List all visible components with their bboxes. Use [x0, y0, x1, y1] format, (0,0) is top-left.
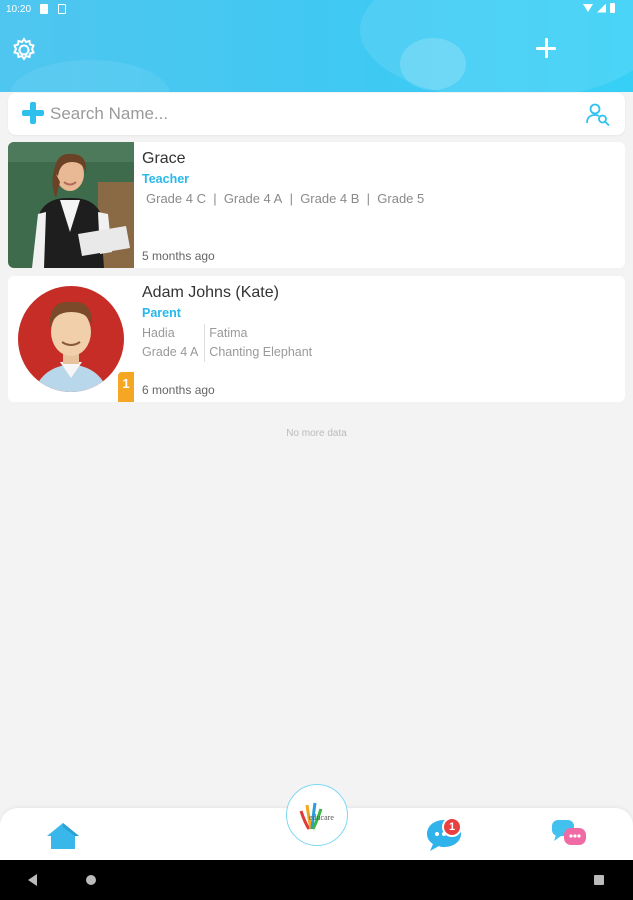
contact-role: Parent: [142, 306, 181, 320]
teacher-photo: [8, 142, 134, 268]
grade-item: Grade 4 A: [223, 191, 283, 206]
grade-separator: |: [205, 191, 224, 206]
battery-icon: [610, 3, 615, 13]
chat-notification-badge: 1: [442, 817, 462, 837]
grade-separator: |: [359, 191, 378, 206]
signal-icon: [597, 3, 606, 13]
storage-icon: [58, 4, 66, 14]
grades-list: Grade 4 C | Grade 4 A | Grade 4 B | Grad…: [146, 191, 424, 206]
header-decoration: [10, 60, 170, 92]
search-input[interactable]: [50, 101, 530, 127]
add-contact-button[interactable]: [534, 36, 558, 60]
educare-logo[interactable]: educare: [286, 784, 348, 846]
child-name: Hadia: [142, 326, 175, 340]
status-icons: [583, 3, 615, 13]
gear-icon[interactable]: [10, 36, 38, 64]
children-list: Hadia Grade 4 A Fatima Chanting Elephant: [142, 324, 318, 362]
logo-text: educare: [309, 813, 334, 822]
grade-item: Grade 4 C: [146, 191, 206, 206]
wifi-icon: [583, 4, 593, 12]
recent-apps-button[interactable]: [594, 875, 604, 885]
child-class: Chanting Elephant: [209, 345, 313, 359]
grade-item: Grade 5: [377, 191, 425, 206]
messages-icon[interactable]: [550, 818, 590, 848]
grade-separator: |: [282, 191, 301, 206]
back-button[interactable]: [28, 874, 37, 886]
unread-badge: 1: [118, 372, 134, 402]
user-search-icon[interactable]: [585, 101, 611, 127]
contact-role: Teacher: [142, 172, 190, 186]
child-item: Hadia Grade 4 A: [142, 324, 204, 362]
status-time: 10:20: [6, 4, 32, 15]
header-decoration: [400, 38, 466, 90]
search-bar: [8, 93, 625, 135]
child-name: Fatima: [209, 326, 248, 340]
parent-avatar: 1: [8, 276, 134, 402]
last-active-time: 5 months ago: [142, 249, 215, 263]
system-navigation-bar: [0, 860, 633, 900]
contact-card[interactable]: Grace Teacher Grade 4 C | Grade 4 A | Gr…: [8, 142, 625, 268]
system-home-button[interactable]: [86, 875, 96, 885]
status-bar: 10:20: [0, 0, 633, 20]
contact-card[interactable]: 1 Adam Johns (Kate) Parent Hadia Grade 4…: [8, 276, 625, 402]
sim-icon: [40, 4, 48, 14]
child-item: Fatima Chanting Elephant: [204, 324, 318, 362]
app-header: 10:20: [0, 0, 633, 92]
grade-item: Grade 4 B: [300, 191, 360, 206]
contact-name: Grace: [142, 150, 186, 167]
plus-icon[interactable]: [22, 102, 44, 124]
last-active-time: 6 months ago: [142, 383, 215, 397]
no-more-data-label: No more data: [286, 428, 347, 439]
home-icon[interactable]: [46, 822, 80, 850]
child-class: Grade 4 A: [142, 345, 199, 359]
contact-name: Adam Johns (Kate): [142, 284, 279, 301]
